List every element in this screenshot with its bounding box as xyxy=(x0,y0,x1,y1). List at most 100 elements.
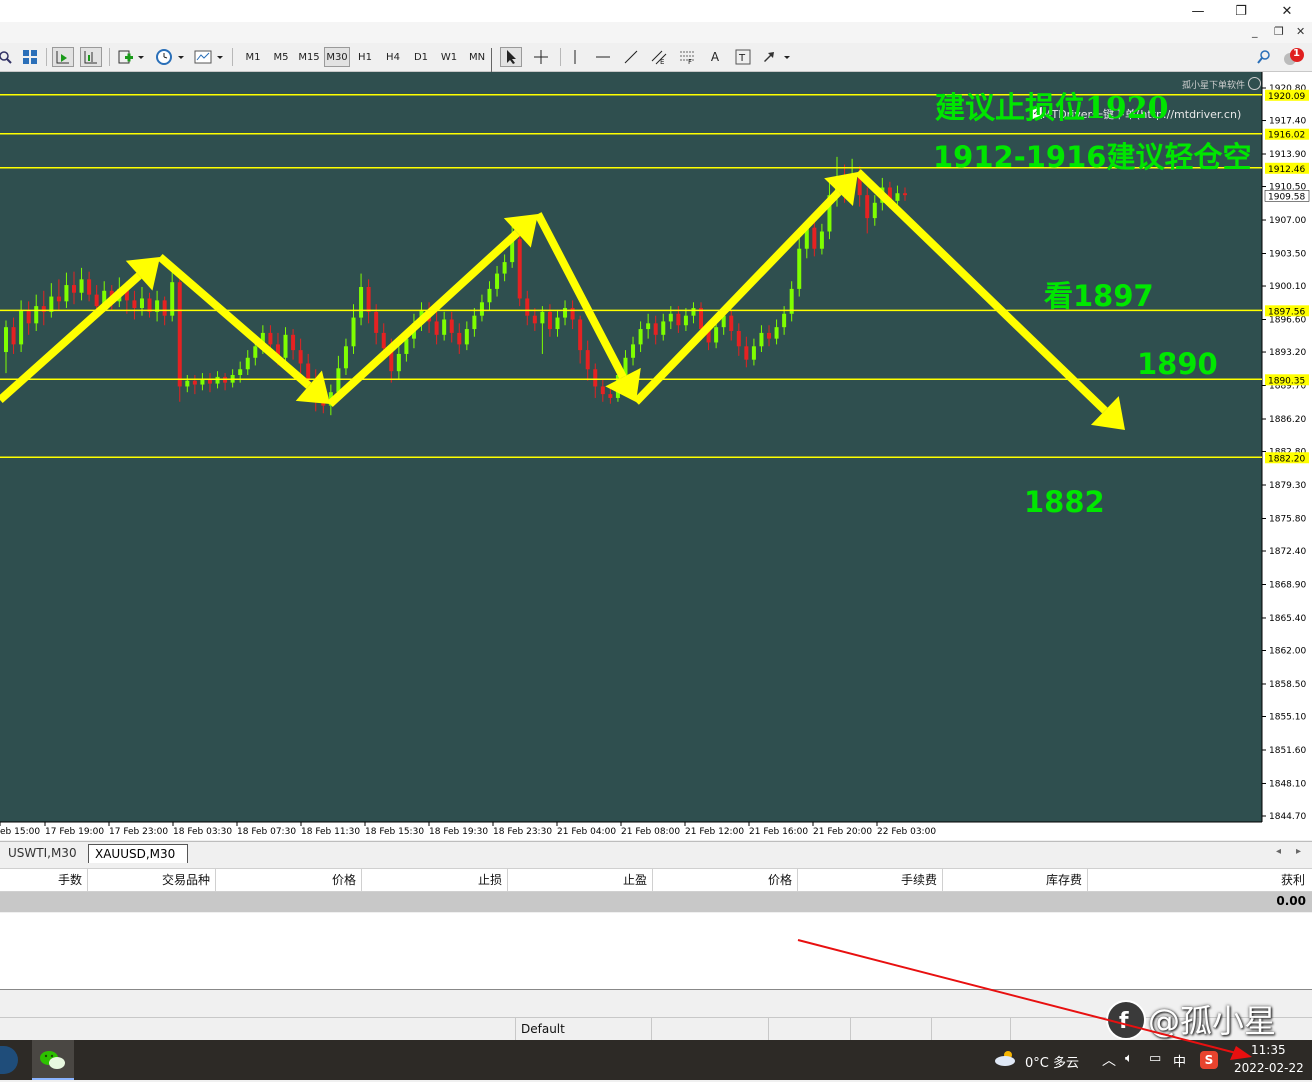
timeframe-m1[interactable]: M1 xyxy=(240,47,266,67)
candle-body xyxy=(238,369,243,375)
arrows-icon[interactable] xyxy=(760,47,792,67)
price-axis-label: 1865.40 xyxy=(1269,614,1306,624)
minimize-button[interactable]: — xyxy=(1175,0,1221,22)
time-axis-label: 21 Feb 08:00 xyxy=(621,827,680,837)
candle-body xyxy=(268,332,273,345)
timeframe-mn[interactable]: MN xyxy=(464,47,490,67)
timeframe-d1[interactable]: D1 xyxy=(408,47,434,67)
auto-scroll-icon[interactable] xyxy=(52,47,74,67)
time-axis-label: 21 Feb 16:00 xyxy=(749,827,808,837)
mdi-minimize-icon[interactable]: _ xyxy=(1252,25,1266,39)
add-indicator-icon[interactable] xyxy=(116,47,146,67)
candle-body xyxy=(819,231,824,249)
zoom-icon[interactable] xyxy=(0,47,12,67)
candle-body xyxy=(351,317,356,347)
cursor-icon[interactable] xyxy=(500,47,522,67)
trendline-icon[interactable] xyxy=(620,47,642,67)
mdi-restore-icon[interactable]: ❐ xyxy=(1274,25,1288,39)
sogou-icon[interactable]: S xyxy=(1200,1051,1218,1069)
volume-icon[interactable]: 🔈︎ xyxy=(1125,1051,1133,1066)
text-tool-icon[interactable]: A xyxy=(704,47,726,67)
column-header[interactable]: 交易品种 xyxy=(88,869,216,891)
taskbar: 0°C 多云 ︿ 🔈︎ ▭ 中 S 11:35 2022-02-22 xyxy=(0,1040,1312,1080)
candle-body xyxy=(668,313,673,322)
candle-body xyxy=(872,202,877,219)
weather-text[interactable]: 0°C 多云 xyxy=(1025,1052,1079,1071)
search-icon[interactable] xyxy=(1254,47,1274,67)
text-label-icon[interactable]: T xyxy=(732,47,754,67)
candle-body xyxy=(525,298,530,316)
vertical-line-icon[interactable] xyxy=(566,47,584,67)
timeframe-m5[interactable]: M5 xyxy=(268,47,294,67)
timeframe-w1[interactable]: W1 xyxy=(436,47,462,67)
templates-icon[interactable] xyxy=(193,47,225,67)
candle-body xyxy=(653,323,658,335)
close-button[interactable]: ✕ xyxy=(1264,0,1310,22)
restore-button[interactable]: ❐ xyxy=(1218,0,1264,22)
mdi-close-icon[interactable]: ✕ xyxy=(1296,25,1310,39)
candle-body xyxy=(404,338,409,354)
candle-body xyxy=(744,346,749,360)
candle-body xyxy=(4,327,8,353)
column-header[interactable]: 手续费 xyxy=(798,869,943,891)
price-axis-label: 1900.10 xyxy=(1269,282,1306,292)
timeframe-m30[interactable]: M30 xyxy=(324,47,350,67)
menu-strip: _ ❐ ✕ xyxy=(0,22,1312,44)
wechat-button[interactable] xyxy=(32,1040,74,1080)
column-header[interactable]: 获利 xyxy=(1088,869,1310,891)
fibonacci-icon[interactable]: F xyxy=(676,47,698,67)
candle-body xyxy=(691,308,696,316)
horizontal-line-icon[interactable] xyxy=(592,47,614,67)
timeframe-h4[interactable]: H4 xyxy=(380,47,406,67)
time-axis-label: 18 Feb 15:30 xyxy=(365,827,424,837)
svg-text:F: F xyxy=(688,58,692,65)
column-header[interactable]: 库存费 xyxy=(943,869,1088,891)
chart-shift-icon[interactable] xyxy=(80,47,102,67)
candle-body xyxy=(540,311,545,324)
candle-body xyxy=(192,380,197,385)
watermark-text: 孤小星下单软件 xyxy=(1182,81,1246,91)
crosshair-icon[interactable] xyxy=(530,47,552,67)
tab-xauusd[interactable]: XAUUSD,M30 xyxy=(88,844,188,863)
ime-indicator[interactable]: 中 xyxy=(1173,1051,1186,1070)
candle-body xyxy=(812,227,817,249)
time-axis-label: 18 Feb 11:30 xyxy=(301,827,360,837)
channel-icon[interactable]: E xyxy=(648,47,670,67)
candle-body xyxy=(306,363,311,381)
candle-body xyxy=(457,332,462,345)
candle-body xyxy=(479,302,484,316)
price-axis-label: 1903.50 xyxy=(1269,249,1306,259)
wechat-icon xyxy=(40,1051,65,1069)
clock-date[interactable]: 2022-02-22 xyxy=(1234,1061,1304,1075)
column-header[interactable]: 手数 xyxy=(0,869,88,891)
price-axis-label: 1862.00 xyxy=(1269,647,1306,657)
candle-body xyxy=(676,313,681,326)
timeframe-h1[interactable]: H1 xyxy=(352,47,378,67)
tab-scroll-left-icon[interactable]: ◂ xyxy=(1276,846,1281,857)
svg-text:f: f xyxy=(1119,1009,1129,1034)
candle-body xyxy=(767,332,772,339)
tab-uswti[interactable]: USWTI,M30 xyxy=(2,844,83,862)
column-header[interactable]: 价格 xyxy=(653,869,798,891)
candle-body xyxy=(26,310,31,324)
target-1882-annotation: 1882 xyxy=(1024,485,1105,519)
candle-body xyxy=(336,368,341,393)
app-icon[interactable] xyxy=(0,1046,18,1074)
period-clock-icon[interactable] xyxy=(154,47,186,67)
candle-body xyxy=(19,310,24,345)
chevron-up-icon[interactable]: ︿ xyxy=(1102,1050,1116,1070)
clock-time[interactable]: 11:35 xyxy=(1251,1043,1286,1057)
price-axis-label: 1858.50 xyxy=(1269,680,1306,690)
candle-body xyxy=(585,350,590,370)
timeframe-m15[interactable]: M15 xyxy=(296,47,322,67)
column-header[interactable]: 止损 xyxy=(362,869,508,891)
column-header[interactable]: 止盈 xyxy=(508,869,653,891)
tile-windows-icon[interactable] xyxy=(20,47,40,67)
notifications-icon[interactable]: 1 xyxy=(1282,47,1308,67)
tab-scroll-right-icon[interactable]: ▸ xyxy=(1296,846,1301,857)
column-header[interactable]: 价格 xyxy=(216,869,362,891)
price-chart[interactable]: 1920.80 1917.40 1913.90 1910.50 1907.00 1903.… xyxy=(0,72,1312,840)
network-icon[interactable]: ▭ xyxy=(1149,1051,1161,1066)
candle-body xyxy=(49,296,54,312)
candle-body xyxy=(631,344,636,358)
